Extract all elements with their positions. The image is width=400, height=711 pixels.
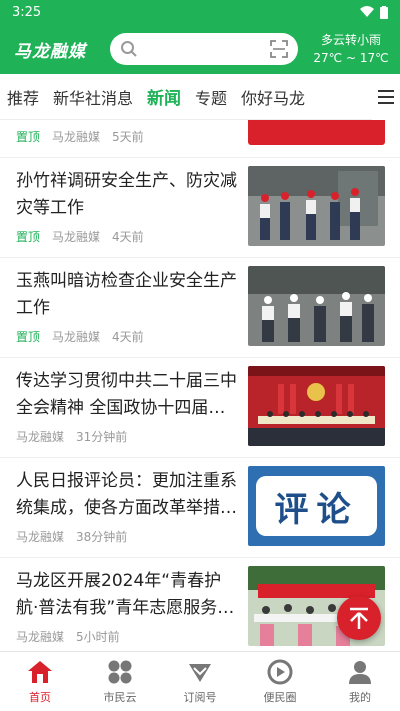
list-item[interactable]: 玉燕叫暗访检查企业安全生产工作 置顶 马龙融媒 4天前 <box>0 258 400 358</box>
cloud-grid-icon <box>106 658 134 686</box>
item-time: 4天前 <box>112 330 144 344</box>
item-source: 马龙融媒 <box>16 430 65 444</box>
status-bar: 3:25 <box>0 0 400 24</box>
tab-topics[interactable]: 专题 <box>188 85 234 109</box>
item-time: 5小时前 <box>76 630 120 644</box>
item-meta: 置顶 马龙融媒 5天前 <box>16 128 144 145</box>
tab-recommend[interactable]: 推荐 <box>0 85 46 109</box>
home-icon <box>26 658 54 686</box>
user-icon <box>346 658 374 686</box>
back-to-top-button[interactable] <box>337 596 381 640</box>
app-header: 马龙融媒 多云转小雨 27℃ ~ 17℃ <box>0 24 400 74</box>
bottom-navigation: 首页 市民云 订阅号 便民圈 我的 <box>0 651 400 711</box>
thumbnail-caption: 评论 <box>274 489 359 530</box>
wifi-icon <box>360 6 374 17</box>
nav-profile[interactable]: 我的 <box>320 652 400 711</box>
item-meta: 马龙融媒 31分钟前 <box>16 428 127 445</box>
nav-label: 市民云 <box>103 691 137 704</box>
app-logo: 马龙融媒 <box>14 41 86 62</box>
category-tabs: 推荐 新华社消息 新闻 专题 你好马龙 <box>0 73 400 120</box>
list-item[interactable]: 人民日报评论员：更加注重系统集成，使各方面改革举措相互配合 马龙融媒 38分钟前… <box>0 458 400 558</box>
menu-icon[interactable] <box>372 73 400 120</box>
pinned-badge: 置顶 <box>16 130 41 144</box>
list-item[interactable]: 置顶 马龙融媒 5天前 <box>0 120 400 158</box>
battery-icon <box>380 5 388 19</box>
item-time: 4天前 <box>112 230 144 244</box>
list-item[interactable]: 孙竹祥调研安全生产、防灾减灾等工作 置顶 马龙融媒 4天前 <box>0 158 400 258</box>
tab-news[interactable]: 新闻 <box>140 84 188 109</box>
status-time: 3:25 <box>12 4 42 20</box>
item-title: 马龙区开展2024年“青春护航·普法有我”青年志愿服务活动 <box>16 571 235 618</box>
item-thumbnail: 评论 <box>248 466 385 546</box>
item-meta: 置顶 马龙融媒 4天前 <box>16 328 144 345</box>
item-source: 马龙融媒 <box>16 530 65 544</box>
item-source: 马龙融媒 <box>52 330 101 344</box>
weather-temperature: 27℃ ~ 17℃ <box>313 51 389 65</box>
nav-label: 我的 <box>349 691 371 704</box>
item-thumbnail <box>248 266 385 346</box>
item-meta: 置顶 马龙融媒 4天前 <box>16 228 144 245</box>
weather-condition: 多云转小雨 <box>320 33 381 47</box>
item-time: 38分钟前 <box>76 530 128 544</box>
item-title: 孙竹祥调研安全生产、防灾减灾等工作 <box>16 171 237 218</box>
item-meta: 马龙融媒 5小时前 <box>16 628 120 645</box>
item-time: 31分钟前 <box>76 430 128 444</box>
item-thumbnail <box>248 120 385 145</box>
weather-widget[interactable]: 多云转小雨 27℃ ~ 17℃ <box>310 31 392 67</box>
nav-label: 首页 <box>29 691 51 704</box>
pinned-badge: 置顶 <box>16 230 41 244</box>
item-source: 马龙融媒 <box>16 630 65 644</box>
item-title: 传达学习贯彻中共二十届三中全会精神 全国政协十四届常委会第七次会议 <box>16 371 237 418</box>
item-title: 玉燕叫暗访检查企业安全生产工作 <box>16 271 237 318</box>
tab-hello-malong[interactable]: 你好马龙 <box>234 85 312 109</box>
scan-icon[interactable] <box>270 40 288 58</box>
status-icons <box>360 5 388 19</box>
nav-subscribe[interactable]: 订阅号 <box>160 652 240 711</box>
subscribe-icon <box>186 658 214 686</box>
search-bar[interactable] <box>110 33 298 65</box>
news-feed: 置顶 马龙融媒 5天前 孙竹祥调研安全生产、防灾减灾等工作 置顶 马龙融媒 4天… <box>0 120 400 650</box>
item-source: 马龙融媒 <box>52 230 101 244</box>
tab-xinhua[interactable]: 新华社消息 <box>46 85 140 109</box>
arrow-up-icon <box>350 607 368 629</box>
item-meta: 马龙融媒 38分钟前 <box>16 528 127 545</box>
list-item[interactable]: 传达学习贯彻中共二十届三中全会精神 全国政协十四届常委会第七次会议 马龙融媒 3… <box>0 358 400 458</box>
list-item[interactable]: 马龙区开展2024年“青春护航·普法有我”青年志愿服务活动 马龙融媒 5小时前 <box>0 558 400 650</box>
item-thumbnail <box>248 166 385 246</box>
item-time: 5天前 <box>112 130 144 144</box>
nav-city-cloud[interactable]: 市民云 <box>80 652 160 711</box>
item-thumbnail <box>248 366 385 446</box>
nav-convenience[interactable]: 便民圈 <box>240 652 320 711</box>
item-source: 马龙融媒 <box>52 130 101 144</box>
nav-home[interactable]: 首页 <box>0 652 80 711</box>
search-icon <box>121 41 137 57</box>
nav-label: 便民圈 <box>263 691 297 704</box>
pinned-badge: 置顶 <box>16 330 41 344</box>
circle-play-icon <box>266 658 294 686</box>
nav-label: 订阅号 <box>183 691 217 704</box>
item-title: 人民日报评论员：更加注重系统集成，使各方面改革举措相互配合 <box>16 471 237 518</box>
